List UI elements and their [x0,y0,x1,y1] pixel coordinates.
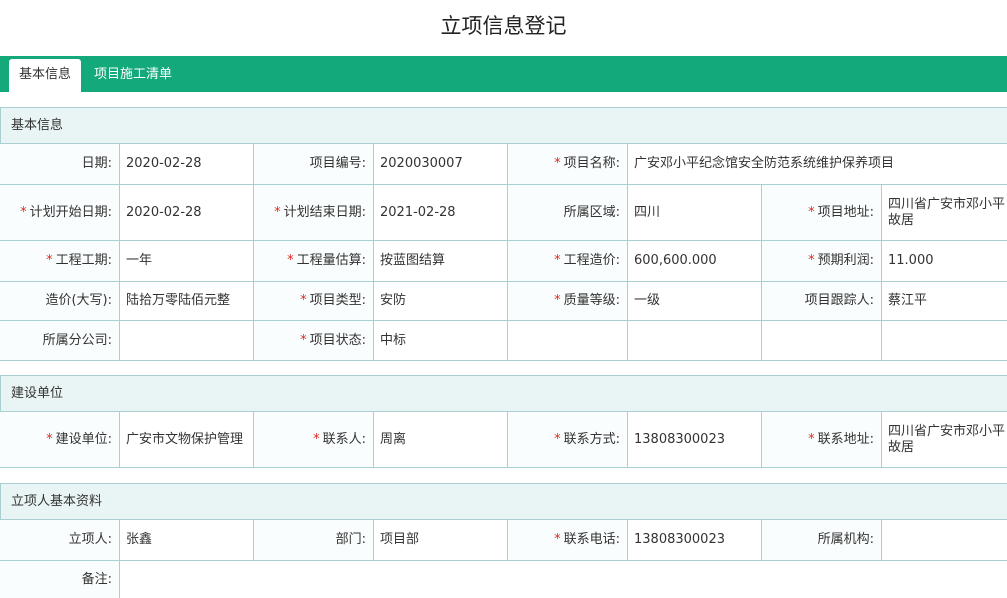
form-row: 日期: 2020-02-28 项目编号: 2020030007 * 项目名称: 广… [0,144,1007,185]
contact-field[interactable]: 周离 [373,412,507,467]
required-mark: * [808,253,815,268]
project-type-field[interactable]: 安防 [373,282,507,320]
plan-start-field[interactable]: 2020-02-28 [119,185,253,240]
cost-field[interactable]: 600,600.000 [627,241,761,281]
form-row: * 工程工期: 一年 * 工程量估算: 按蓝图结算 * 工程造价: 600,600.0… [0,241,1007,282]
form-row: 所属分公司: * 项目状态: 中标 [0,321,1007,361]
status-label: * 项目状态: [253,321,373,360]
required-mark: * [274,205,281,220]
applicant-field[interactable]: 张鑫 [119,520,253,560]
tab-bar: 基本信息 项目施工清单 [0,56,1007,92]
status-field[interactable]: 中标 [373,321,507,360]
required-mark: * [300,293,307,308]
department-field[interactable]: 项目部 [373,520,507,560]
form-row: * 计划开始日期: 2020-02-28 * 计划结束日期: 2021-02-28 … [0,185,1007,241]
expected-profit-label: * 预期利润: [761,241,881,281]
required-mark: * [554,293,561,308]
section-construction-unit: 建设单位 [0,375,1007,412]
required-mark: * [46,253,53,268]
required-mark: * [554,156,561,171]
project-no-field[interactable]: 2020030007 [373,144,507,184]
cost-label: * 工程造价: [507,241,627,281]
project-no-label: 项目编号: [253,144,373,184]
plan-end-label: * 计划结束日期: [253,185,373,240]
construction-unit-label: * 建设单位: [0,412,119,467]
region-field[interactable]: 四川 [627,185,761,240]
address-field[interactable]: 四川省广安市邓小平故居 [881,185,1007,240]
plan-start-label: * 计划开始日期: [0,185,119,240]
department-label: 部门: [253,520,373,560]
construction-unit-field[interactable]: 广安市文物保护管理 [119,412,253,467]
required-mark: * [46,432,53,447]
required-mark: * [313,432,320,447]
cost-upper-label: 造价(大写): [0,282,119,320]
tracker-field[interactable]: 蔡江平 [881,282,1007,320]
date-field[interactable]: 2020-02-28 [119,144,253,184]
project-name-field[interactable]: 广安邓小平纪念馆安全防范系统维护保养项目 [627,144,1007,184]
empty-cell [627,321,761,360]
duration-field[interactable]: 一年 [119,241,253,281]
phone-field[interactable]: 13808300023 [627,520,761,560]
required-mark: * [300,333,307,348]
tab-basic-info[interactable]: 基本信息 [9,59,81,92]
required-mark: * [808,205,815,220]
project-name-label: * 项目名称: [507,144,627,184]
section-applicant: 立项人基本资料 [0,483,1007,520]
plan-end-field[interactable]: 2021-02-28 [373,185,507,240]
required-mark: * [287,253,294,268]
empty-cell [761,321,881,360]
cost-upper-field[interactable]: 陆拾万零陆佰元整 [119,282,253,320]
required-mark: * [808,432,815,447]
quality-grade-label: * 质量等级: [507,282,627,320]
required-mark: * [20,205,27,220]
org-label: 所属机构: [761,520,881,560]
required-mark: * [554,253,561,268]
quality-grade-field[interactable]: 一级 [627,282,761,320]
form-row: 立项人: 张鑫 部门: 项目部 * 联系电话: 13808300023 所属机构: [0,520,1007,561]
contact-method-field[interactable]: 13808300023 [627,412,761,467]
applicant-label: 立项人: [0,520,119,560]
branch-label: 所属分公司: [0,321,119,360]
quantity-estimate-field[interactable]: 按蓝图结算 [373,241,507,281]
address-label: * 项目地址: [761,185,881,240]
contact-label: * 联系人: [253,412,373,467]
project-type-label: * 项目类型: [253,282,373,320]
contact-address-label: * 联系地址: [761,412,881,467]
page-title: 立项信息登记 [440,14,567,38]
contact-address-field[interactable]: 四川省广安市邓小平故居 [881,412,1007,467]
section-basic-info: 基本信息 [0,107,1007,144]
empty-cell [507,321,627,360]
contact-method-label: * 联系方式: [507,412,627,467]
region-label: 所属区域: [507,185,627,240]
org-field[interactable] [881,520,1007,560]
duration-label: * 工程工期: [0,241,119,281]
expected-profit-field[interactable]: 11.000 [881,241,1007,281]
empty-cell [881,321,1007,360]
tab-construction-list[interactable]: 项目施工清单 [94,59,172,92]
required-mark: * [554,432,561,447]
form-row: * 建设单位: 广安市文物保护管理 * 联系人: 周离 * 联系方式: 1380830… [0,412,1007,468]
required-mark: * [554,532,561,547]
branch-field[interactable] [119,321,253,360]
form-row: 造价(大写): 陆拾万零陆佰元整 * 项目类型: 安防 * 质量等级: 一级 项目跟… [0,282,1007,321]
form-row: 备注: [0,561,1007,598]
tracker-label: 项目跟踪人: [761,282,881,320]
quantity-estimate-label: * 工程量估算: [253,241,373,281]
remark-field[interactable] [119,561,1007,598]
date-label: 日期: [0,144,119,184]
remark-label: 备注: [0,561,119,598]
phone-label: * 联系电话: [507,520,627,560]
